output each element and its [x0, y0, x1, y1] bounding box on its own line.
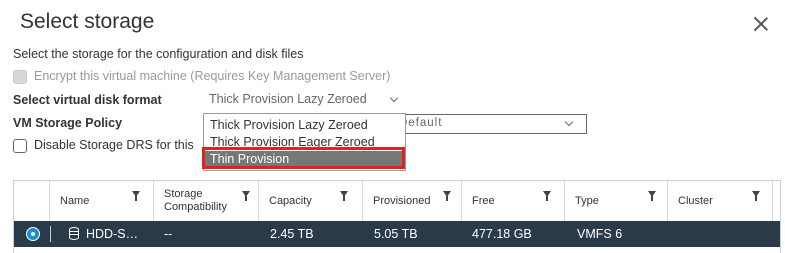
filter-icon[interactable]	[242, 191, 250, 201]
filter-icon[interactable]	[752, 191, 760, 201]
cell-capacity: 2.45 TB	[270, 227, 314, 241]
chevron-down-icon	[564, 117, 574, 127]
disk-format-label: Select virtual disk format	[13, 93, 162, 107]
column-header-name[interactable]: Name	[50, 181, 154, 221]
disable-drs-label: Disable Storage DRS for this	[34, 138, 194, 152]
column-header-cluster[interactable]: Cluster	[668, 181, 773, 221]
cell-free: 477.18 GB	[472, 227, 532, 241]
row-divider	[50, 226, 51, 242]
filter-icon[interactable]	[648, 191, 656, 201]
row-radio-button[interactable]	[26, 227, 40, 241]
cell-type: VMFS 6	[577, 227, 623, 241]
chevron-down-icon	[389, 93, 399, 103]
dropdown-option-thin-provision[interactable]: Thin Provision	[204, 151, 405, 168]
column-header-provisioned[interactable]: Provisioned	[363, 181, 462, 221]
dialog-title: Select storage	[20, 10, 155, 33]
disk-format-dropdown: Thick Provision Lazy Zeroed Thick Provis…	[203, 113, 406, 171]
storage-table: Name Storage Compatibility Capacity Prov…	[13, 180, 781, 253]
encrypt-vm-checkbox[interactable]	[13, 70, 27, 84]
filter-icon[interactable]	[443, 191, 451, 201]
disk-format-value: Thick Provision Lazy Zeroed	[209, 92, 367, 106]
datastore-icon	[69, 227, 79, 240]
filter-icon[interactable]	[340, 191, 348, 201]
dropdown-option-lazy-zeroed[interactable]: Thick Provision Lazy Zeroed	[204, 117, 405, 134]
filter-icon[interactable]	[543, 191, 551, 201]
column-header-type[interactable]: Type	[565, 181, 668, 221]
cell-compatibility: --	[164, 227, 173, 241]
column-header-free[interactable]: Free	[462, 181, 565, 221]
encrypt-vm-label: Encrypt this virtual machine (Requires K…	[34, 69, 391, 83]
cell-provisioned: 5.05 TB	[374, 227, 418, 241]
column-header-select	[14, 181, 50, 221]
column-header-capacity[interactable]: Capacity	[259, 181, 363, 221]
table-row[interactable]: HDD-S… -- 2.45 TB 5.05 TB 477.18 GB VMFS…	[14, 221, 780, 247]
close-icon[interactable]	[751, 14, 771, 34]
storage-policy-label: VM Storage Policy	[13, 116, 123, 130]
dropdown-option-eager-zeroed[interactable]: Thick Provision Eager Zeroed	[204, 134, 405, 151]
dialog-description: Select the storage for the configuration…	[13, 47, 304, 61]
disable-drs-checkbox[interactable]	[13, 139, 27, 153]
filter-icon[interactable]	[132, 191, 140, 201]
cell-name: HDD-S…	[86, 227, 139, 241]
disk-format-select[interactable]: Thick Provision Lazy Zeroed	[204, 90, 403, 110]
column-header-compatibility[interactable]: Storage Compatibility	[154, 181, 259, 221]
